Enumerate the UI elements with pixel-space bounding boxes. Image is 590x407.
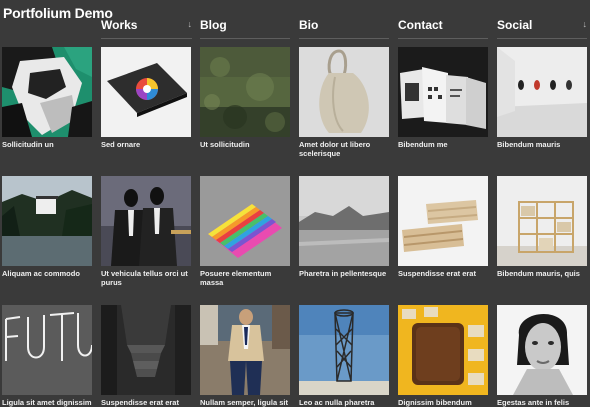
nav-item-social[interactable]: Social ↓ xyxy=(497,18,587,40)
thumbnail-image[interactable] xyxy=(299,176,389,266)
nav-divider xyxy=(200,38,290,39)
thumbnail-image[interactable] xyxy=(497,47,587,137)
thumbnail-image[interactable] xyxy=(299,47,389,137)
thumbnail-image[interactable] xyxy=(2,305,92,395)
thumbnail-image[interactable] xyxy=(398,47,488,137)
nav-item-works[interactable]: Works ↓ xyxy=(101,18,192,40)
thumbnail-image[interactable] xyxy=(200,47,290,137)
thumbnail-image[interactable] xyxy=(497,176,587,266)
thumbnail-image[interactable] xyxy=(398,176,488,266)
tile-caption[interactable]: Dignissim bibendum xyxy=(398,398,494,407)
arrow-down-icon: ↓ xyxy=(187,19,193,29)
tile-caption[interactable]: Posuere elementum massa xyxy=(200,269,296,287)
thumbnail-image[interactable] xyxy=(299,305,389,395)
tile-caption[interactable]: Amet dolor ut libero scelerisque xyxy=(299,140,395,158)
tile-caption[interactable]: Ut sollicitudin xyxy=(200,140,296,149)
nav-item-blog[interactable]: Blog xyxy=(200,18,290,40)
tile-caption[interactable]: Suspendisse erat erat xyxy=(101,398,197,407)
site-title[interactable]: Portfolium Demo xyxy=(3,6,113,20)
thumbnail-image[interactable] xyxy=(200,176,290,266)
thumbnail-image[interactable] xyxy=(398,305,488,395)
tile-caption[interactable]: Bibendum mauris, quis xyxy=(497,269,590,278)
nav-label: Contact xyxy=(398,18,443,32)
thumbnail-image[interactable] xyxy=(497,305,587,395)
arrow-down-icon: ↓ xyxy=(582,19,588,29)
tile-caption[interactable]: Ligula sit amet dignissim xyxy=(2,398,98,407)
tile-caption[interactable]: Nullam semper, ligula sit xyxy=(200,398,296,407)
tile-caption[interactable]: Aliquam ac commodo xyxy=(2,269,98,278)
tile-caption[interactable]: Pharetra in pellentesque xyxy=(299,269,395,278)
nav-divider xyxy=(398,38,488,39)
nav-item-contact[interactable]: Contact xyxy=(398,18,488,40)
tile-caption[interactable]: Bibendum me xyxy=(398,140,494,149)
thumbnail-image[interactable] xyxy=(101,305,191,395)
nav-divider xyxy=(101,38,192,39)
nav-label: Bio xyxy=(299,18,319,32)
nav-label: Works xyxy=(101,18,138,32)
tile-caption[interactable]: Bibendum mauris xyxy=(497,140,590,149)
nav-label: Blog xyxy=(200,18,227,32)
tile-caption[interactable]: Sollicitudin un xyxy=(2,140,98,149)
tile-caption[interactable]: Egestas ante in felis xyxy=(497,398,590,407)
thumbnail-image[interactable] xyxy=(200,305,290,395)
nav-label: Social xyxy=(497,18,533,32)
thumbnail-image[interactable] xyxy=(2,176,92,266)
nav-divider xyxy=(497,38,587,39)
nav-item-bio[interactable]: Bio xyxy=(299,18,389,40)
nav-divider xyxy=(299,38,389,39)
tile-caption[interactable]: Leo ac nulla pharetra xyxy=(299,398,395,407)
tile-caption[interactable]: Ut vehicula tellus orci ut purus xyxy=(101,269,197,287)
tile-caption[interactable]: Suspendisse erat erat xyxy=(398,269,494,278)
thumbnail-image[interactable] xyxy=(101,47,191,137)
tile-caption[interactable]: Sed ornare xyxy=(101,140,197,149)
thumbnail-image[interactable] xyxy=(101,176,191,266)
site-header: Portfolium Demo Works ↓ Blog Bio Contact… xyxy=(0,0,590,42)
thumbnail-image[interactable] xyxy=(2,47,92,137)
